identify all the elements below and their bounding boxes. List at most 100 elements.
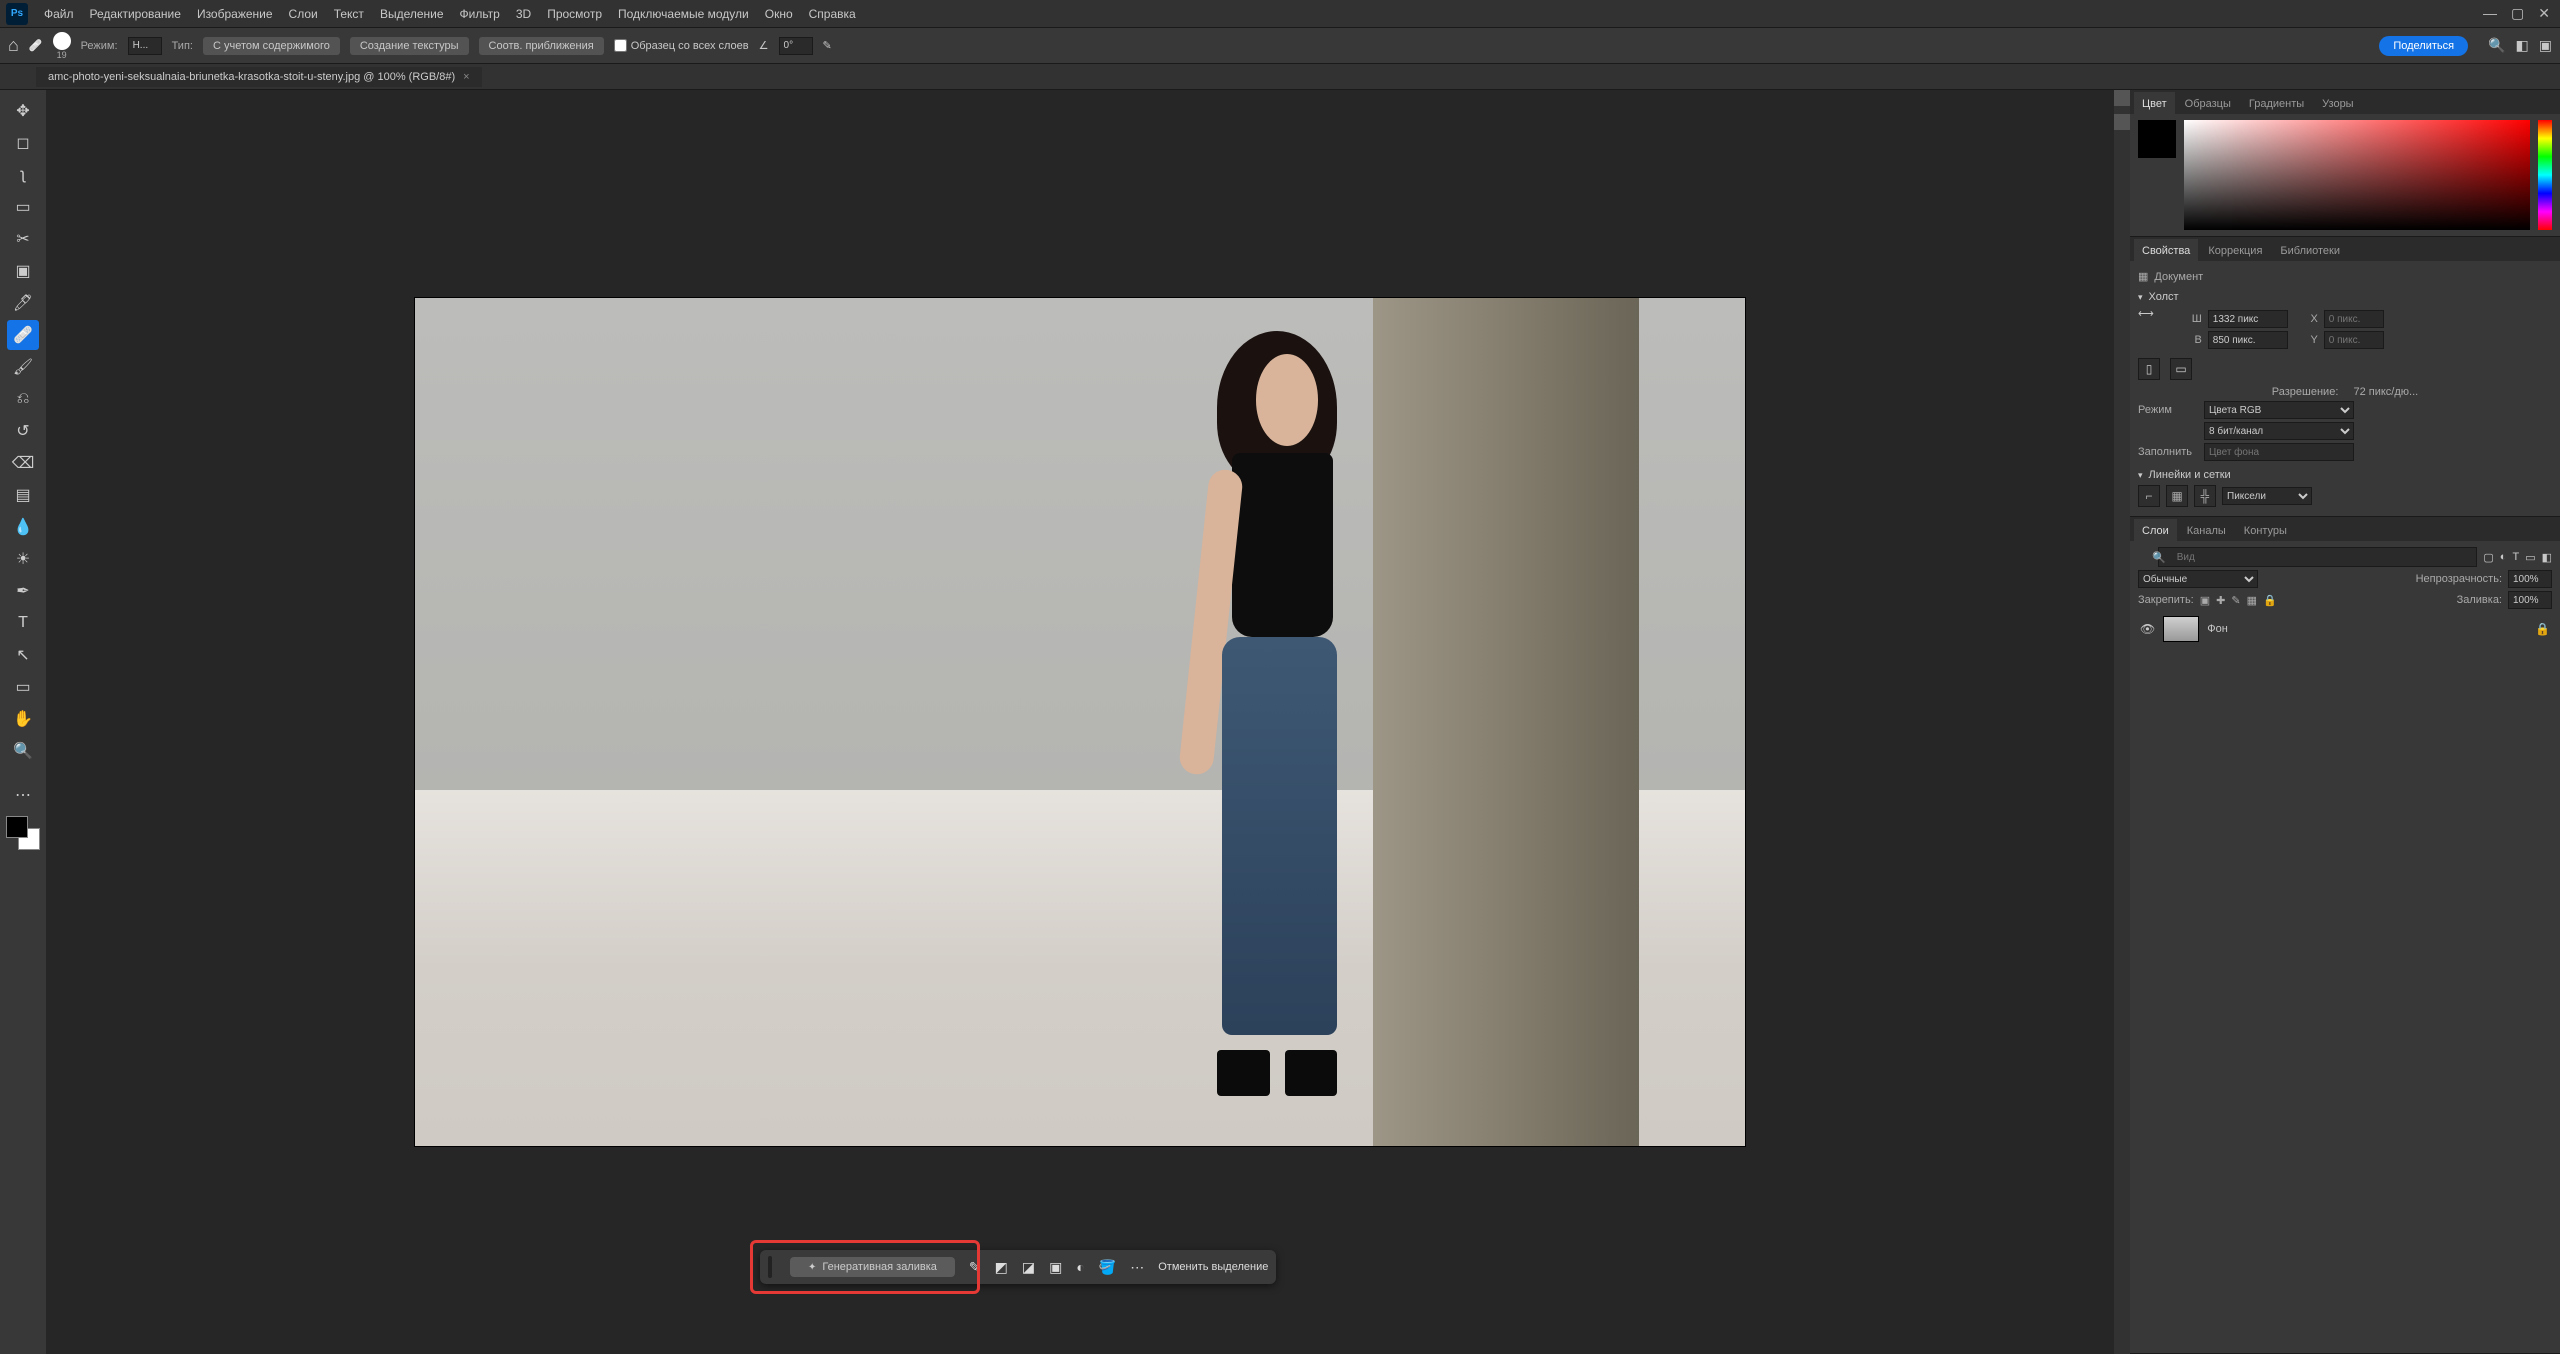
lock-icon[interactable]: 🔒 [2263, 594, 2277, 607]
marquee-tool[interactable]: ◻ [7, 128, 39, 158]
layer-row[interactable]: 👁 Фон 🔒 [2138, 612, 2552, 646]
tab-gradients[interactable]: Градиенты [2241, 92, 2312, 114]
maximize-icon[interactable]: ▢ [2511, 5, 2524, 22]
tab-adjustments[interactable]: Коррекция [2200, 239, 2270, 261]
layer-lock-icon[interactable]: 🔒 [2535, 622, 2550, 636]
x-input[interactable] [2324, 310, 2384, 328]
eraser-tool[interactable]: ⌫ [7, 448, 39, 478]
brush-tool[interactable]: 🖌 [7, 352, 39, 382]
menu-text[interactable]: Текст [326, 3, 372, 25]
sample-all-checkbox[interactable] [614, 39, 627, 52]
workspace-icon[interactable]: ◧ [2516, 37, 2529, 54]
frame-tool[interactable]: ▣ [7, 256, 39, 286]
menu-view[interactable]: Просмотр [539, 3, 610, 25]
brush-preview-icon[interactable] [53, 32, 71, 50]
hand-tool[interactable]: ✋ [7, 704, 39, 734]
deselect-button[interactable]: Отменить выделение [1158, 1261, 1268, 1273]
mode-dropdown[interactable] [128, 37, 162, 55]
grid-icon[interactable]: ▦ [2166, 485, 2188, 507]
color-swatch-icon[interactable] [2138, 120, 2176, 158]
object-select-tool[interactable]: ▭ [7, 192, 39, 222]
spot-healing-tool[interactable]: 🩹 [7, 320, 39, 350]
history-brush-tool[interactable]: ↺ [7, 416, 39, 446]
menu-edit[interactable]: Редактирование [82, 3, 189, 25]
link-wh-icon[interactable]: ⟷ [2138, 307, 2154, 352]
document-tab[interactable]: amc-photo-yeni-seksualnaia-briunetka-kra… [36, 67, 482, 87]
adjust-icon[interactable]: ◐ [1076, 1259, 1084, 1275]
lock-all-icon[interactable]: ▣ [2200, 594, 2210, 607]
layer-filter-input[interactable] [2158, 547, 2478, 567]
pen-tool[interactable]: ✒ [7, 576, 39, 606]
transform-selection-icon[interactable]: ◪ [1022, 1259, 1035, 1276]
close-icon[interactable]: ✕ [2538, 5, 2550, 22]
collapsed-panel-icon[interactable] [2114, 114, 2130, 130]
ctb-drag-handle[interactable] [768, 1256, 772, 1278]
fill-percent-input[interactable] [2508, 591, 2552, 609]
angle-input[interactable] [779, 37, 813, 55]
type-tool[interactable]: T [7, 608, 39, 638]
blur-tool[interactable]: 💧 [7, 512, 39, 542]
layer-thumbnail[interactable] [2163, 616, 2199, 642]
zoom-tool[interactable]: 🔍 [7, 736, 39, 766]
create-texture-button[interactable]: Создание текстуры [350, 37, 469, 55]
guides-icon[interactable]: ╬ [2194, 485, 2216, 507]
eyedropper-tool[interactable]: 🖊 [7, 288, 39, 318]
y-input[interactable] [2324, 331, 2384, 349]
lock-transparency-icon[interactable]: ▦ [2247, 594, 2257, 607]
angle-icon[interactable]: ∠ [759, 39, 769, 52]
color-mode-select[interactable]: Цвета RGB [2204, 401, 2354, 419]
menu-window[interactable]: Окно [757, 3, 801, 25]
move-tool[interactable]: ✥ [7, 96, 39, 126]
shape-tool[interactable]: ▭ [7, 672, 39, 702]
filter-shape-icon[interactable]: ▭ [2525, 551, 2535, 564]
orientation-portrait-icon[interactable]: ▯ [2138, 358, 2160, 380]
crop-tool[interactable]: ✂ [7, 224, 39, 254]
menu-image[interactable]: Изображение [189, 3, 281, 25]
tab-libraries[interactable]: Библиотеки [2272, 239, 2348, 261]
clone-stamp-tool[interactable]: ⎌ [7, 384, 39, 414]
tab-close-icon[interactable]: × [463, 71, 469, 83]
height-input[interactable] [2208, 331, 2288, 349]
tab-patterns[interactable]: Узоры [2314, 92, 2361, 114]
menu-help[interactable]: Справка [801, 3, 864, 25]
tab-channels[interactable]: Каналы [2179, 519, 2234, 541]
tab-color[interactable]: Цвет [2134, 92, 2175, 114]
canvas-section[interactable]: Холст [2138, 291, 2552, 303]
filter-adjust-icon[interactable]: ◐ [2500, 551, 2507, 563]
lock-position-icon[interactable]: ✚ [2216, 594, 2225, 607]
filter-pixel-icon[interactable]: ▢ [2483, 551, 2493, 564]
filter-smart-icon[interactable]: ◧ [2542, 551, 2552, 564]
path-select-tool[interactable]: ↖ [7, 640, 39, 670]
fill-select[interactable] [2204, 443, 2354, 461]
blend-mode-select[interactable]: Обычные [2138, 570, 2258, 588]
collapsed-panel-icon[interactable] [2114, 90, 2130, 106]
lasso-tool[interactable]: ʅ [7, 160, 39, 190]
invert-selection-icon[interactable]: ◩ [995, 1259, 1008, 1276]
gradient-tool[interactable]: ▤ [7, 480, 39, 510]
sample-all-layers-check[interactable]: Образец со всех слоев [614, 39, 749, 52]
search-icon[interactable]: 🔍 [2488, 37, 2505, 54]
more-icon[interactable]: ⋯ [1130, 1259, 1144, 1276]
bit-depth-select[interactable]: 8 бит/канал [2204, 422, 2354, 440]
filter-type-icon[interactable]: T [2512, 551, 2519, 563]
menu-layers[interactable]: Слои [281, 3, 326, 25]
orientation-landscape-icon[interactable]: ▭ [2170, 358, 2192, 380]
dodge-tool[interactable]: ☀ [7, 544, 39, 574]
color-field[interactable] [2184, 120, 2530, 230]
tab-swatches[interactable]: Образцы [2177, 92, 2239, 114]
rulers-unit-select[interactable]: Пиксели [2222, 487, 2312, 505]
edit-toolbar-icon[interactable]: ⋯ [7, 780, 39, 810]
document-canvas[interactable] [414, 297, 1746, 1147]
select-subject-icon[interactable]: ✎ [969, 1259, 981, 1276]
canvas-area[interactable] [46, 90, 2114, 1354]
pressure-icon[interactable]: ✎ [823, 39, 832, 52]
menu-plugins[interactable]: Подключаемые модули [610, 3, 757, 25]
generative-fill-button[interactable]: Генеративная заливка [790, 1257, 955, 1277]
rulers-grids-section[interactable]: Линейки и сетки [2138, 469, 2552, 481]
lock-pixels-icon[interactable]: ✎ [2231, 594, 2240, 607]
home-icon[interactable]: ⌂ [8, 35, 19, 56]
hue-strip[interactable] [2538, 120, 2552, 230]
healing-brush-icon[interactable]: 🩹 [29, 39, 43, 52]
share-button[interactable]: Поделиться [2379, 36, 2468, 56]
menu-select[interactable]: Выделение [372, 3, 452, 25]
